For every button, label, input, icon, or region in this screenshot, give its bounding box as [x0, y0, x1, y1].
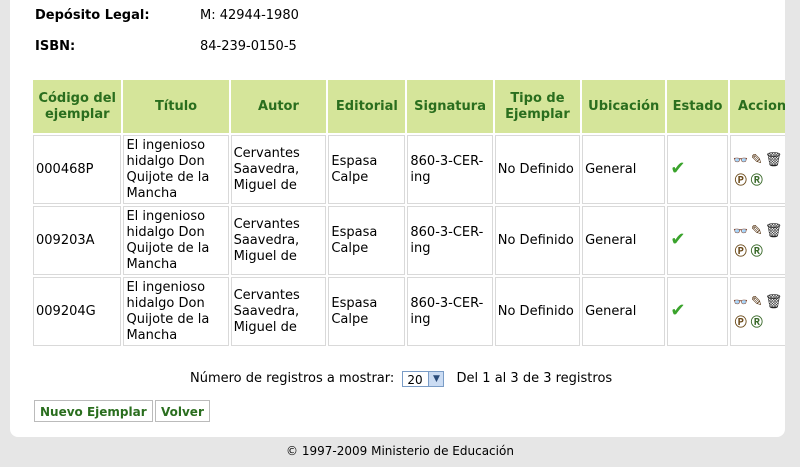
cell-codigo: 009203A: [33, 206, 122, 275]
page-size-value: 20: [407, 372, 423, 387]
cell-codigo: 000468P: [33, 135, 122, 204]
reserve-icon[interactable]: Ⓡ: [749, 241, 765, 261]
cell-titulo: El ingenioso hidalgo Don Quijote de la M…: [123, 206, 229, 275]
col-signatura[interactable]: Signatura: [407, 80, 493, 133]
cell-editorial: Espasa Calpe: [328, 277, 406, 346]
cell-ubicacion: General: [582, 206, 666, 275]
cell-autor: Cervantes Saavedra, Miguel de: [230, 206, 327, 275]
main-panel: Depósito Legal: M: 42944-1980 ISBN: 84-2…: [10, 0, 785, 437]
pager: Número de registros a mostrar: 20 ▼ Del 1…: [190, 369, 612, 389]
loan-icon[interactable]: Ⓟ: [733, 241, 749, 261]
view-icon[interactable]: 👓: [733, 221, 749, 241]
copies-table: Código del ejemplar Título Autor Editori…: [31, 78, 785, 348]
cell-ubicacion: General: [582, 135, 666, 204]
cell-acciones: 👓 ✎ 🗑 Ⓟ Ⓡ: [729, 206, 785, 275]
table-header-row: Código del ejemplar Título Autor Editori…: [33, 80, 785, 133]
chevron-down-icon[interactable]: ▼: [428, 371, 444, 386]
pager-label: Número de registros a mostrar:: [190, 371, 395, 386]
col-ubicacion[interactable]: Ubicación: [582, 80, 666, 133]
cell-editorial: Espasa Calpe: [328, 206, 406, 275]
cell-autor: Cervantes Saavedra, Miguel de: [230, 277, 327, 346]
table-row: 000468P El ingenioso hidalgo Don Quijote…: [33, 135, 785, 204]
cell-titulo: El ingenioso hidalgo Don Quijote de la M…: [123, 135, 229, 204]
deposito-value: M: 42944-1980: [200, 8, 299, 23]
loan-icon[interactable]: Ⓟ: [733, 312, 749, 332]
pager-summary: Del 1 al 3 de 3 registros: [456, 371, 613, 386]
cell-signatura: 860-3-CER-ing: [407, 135, 493, 204]
cell-codigo: 009204G: [33, 277, 122, 346]
col-acciones: Acciones: [729, 80, 785, 133]
col-estado[interactable]: Estado: [667, 80, 728, 133]
cell-titulo: El ingenioso hidalgo Don Quijote de la M…: [123, 277, 229, 346]
cell-estado: ✔: [667, 206, 728, 275]
cell-tipo: No Definido: [494, 135, 581, 204]
nuevo-ejemplar-button[interactable]: Nuevo Ejemplar: [34, 400, 153, 422]
delete-icon[interactable]: 🗑: [765, 292, 783, 312]
view-icon[interactable]: 👓: [733, 292, 749, 312]
page-size-select[interactable]: 20 ▼: [402, 370, 445, 387]
col-titulo[interactable]: Título: [123, 80, 229, 133]
isbn-label: ISBN:: [35, 39, 76, 54]
reserve-icon[interactable]: Ⓡ: [749, 312, 765, 332]
cell-ubicacion: General: [582, 277, 666, 346]
col-codigo[interactable]: Código del ejemplar: [33, 80, 122, 133]
cell-acciones: 👓 ✎ 🗑 Ⓟ Ⓡ: [729, 277, 785, 346]
deposito-label: Depósito Legal:: [35, 8, 150, 23]
col-tipo[interactable]: Tipo de Ejemplar: [494, 80, 581, 133]
delete-icon[interactable]: 🗑: [765, 221, 783, 241]
cell-autor: Cervantes Saavedra, Miguel de: [230, 135, 327, 204]
cell-signatura: 860-3-CER-ing: [407, 206, 493, 275]
isbn-row: ISBN: 84-239-0150-5: [35, 38, 297, 56]
footer-copyright: © 1997-2009 Ministerio de Educación: [286, 444, 514, 458]
check-icon: ✔: [670, 157, 686, 179]
delete-icon[interactable]: 🗑: [765, 150, 783, 170]
check-icon: ✔: [670, 299, 686, 321]
cell-editorial: Espasa Calpe: [328, 135, 406, 204]
table-row: 009204G El ingenioso hidalgo Don Quijote…: [33, 277, 785, 346]
table-row: 009203A El ingenioso hidalgo Don Quijote…: [33, 206, 785, 275]
reserve-icon[interactable]: Ⓡ: [749, 170, 765, 190]
cell-estado: ✔: [667, 277, 728, 346]
volver-button[interactable]: Volver: [155, 400, 210, 422]
col-editorial[interactable]: Editorial: [328, 80, 406, 133]
loan-icon[interactable]: Ⓟ: [733, 170, 749, 190]
cell-tipo: No Definido: [494, 206, 581, 275]
deposito-row: Depósito Legal: M: 42944-1980: [35, 7, 299, 25]
cell-acciones: 👓 ✎ 🗑 Ⓟ Ⓡ: [729, 135, 785, 204]
cell-signatura: 860-3-CER-ing: [407, 277, 493, 346]
cell-tipo: No Definido: [494, 277, 581, 346]
col-autor[interactable]: Autor: [230, 80, 327, 133]
isbn-value: 84-239-0150-5: [200, 39, 297, 54]
edit-icon[interactable]: ✎: [749, 150, 765, 170]
cell-estado: ✔: [667, 135, 728, 204]
view-icon[interactable]: 👓: [733, 150, 749, 170]
check-icon: ✔: [670, 228, 686, 250]
edit-icon[interactable]: ✎: [749, 292, 765, 312]
edit-icon[interactable]: ✎: [749, 221, 765, 241]
